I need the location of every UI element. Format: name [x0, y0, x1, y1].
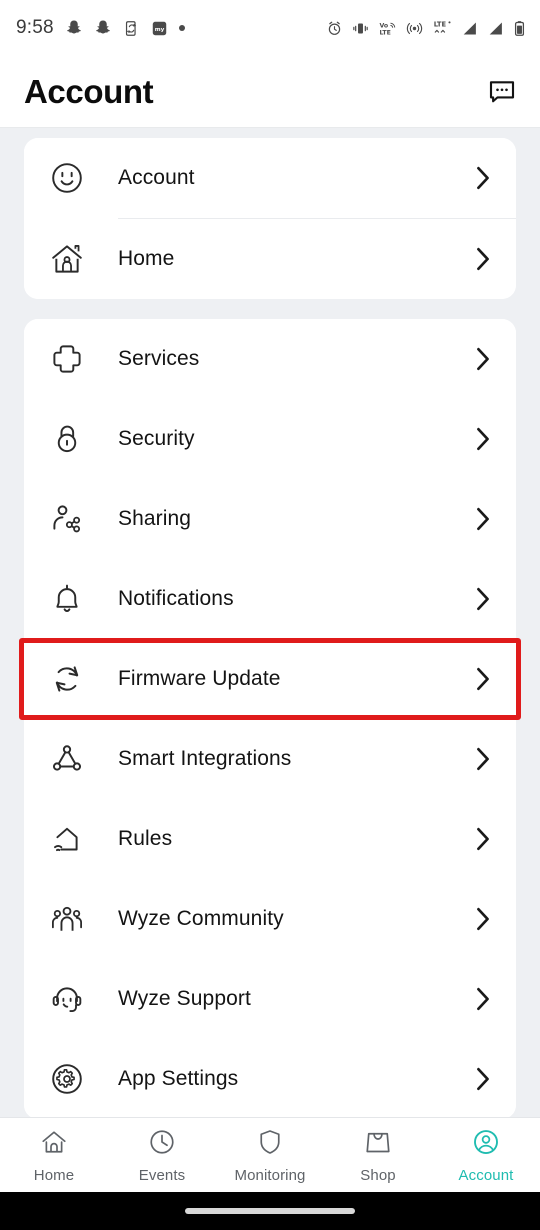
- list-item-label: App Settings: [118, 1067, 239, 1090]
- list-item-firmware-update[interactable]: Firmware Update: [24, 639, 516, 719]
- hotspot-icon: [406, 20, 423, 37]
- gear-circle-icon: [42, 1061, 92, 1097]
- page-header: Account: [0, 56, 540, 128]
- chevron-right-icon: [472, 986, 494, 1012]
- cellular-signal-1-icon: [461, 20, 478, 37]
- list-item-rules[interactable]: Rules: [24, 799, 516, 879]
- list-item-label: Smart Integrations: [118, 747, 292, 770]
- svg-text:Vo: Vo: [379, 22, 388, 29]
- phone-screen: 9:58 my Vo LTE LTE Account Account Home …: [0, 0, 540, 1230]
- list-item-notifications[interactable]: Notifications: [24, 559, 516, 639]
- chevron-right-icon: [472, 506, 494, 532]
- list-item-sharing[interactable]: Sharing: [24, 479, 516, 559]
- nav-item-label: Shop: [360, 1166, 396, 1184]
- svg-text:LTE: LTE: [434, 21, 447, 29]
- list-item-wyze-community[interactable]: Wyze Community: [24, 879, 516, 959]
- status-bar-clock: 9:58: [16, 17, 54, 38]
- settings-card: Services Security Sharing Notifications …: [24, 319, 516, 1117]
- padlock-icon: [42, 421, 92, 457]
- chevron-right-icon: [472, 906, 494, 932]
- snapchat-ghost-icon: [65, 19, 83, 37]
- nav-item-shop[interactable]: Shop: [324, 1118, 432, 1192]
- nav-item-events[interactable]: Events: [108, 1118, 216, 1192]
- chevron-right-icon: [472, 666, 494, 692]
- nav-item-label: Events: [138, 1166, 186, 1184]
- list-item-label: Services: [118, 347, 200, 370]
- chevron-right-icon: [472, 426, 494, 452]
- list-item-wyze-support[interactable]: Wyze Support: [24, 959, 516, 1039]
- snapchat-ghost-icon: [94, 19, 112, 37]
- status-bar-left: 9:58 my: [16, 17, 185, 39]
- phone-sync-icon: [123, 20, 140, 37]
- headset-support-icon: [42, 981, 92, 1017]
- account-card: Account Home: [24, 138, 516, 299]
- chevron-right-icon: [472, 1066, 494, 1092]
- plus-cross-icon: [42, 341, 92, 377]
- chevron-right-icon: [472, 826, 494, 852]
- list-item-label: Account: [118, 166, 195, 189]
- status-bar: 9:58 my Vo LTE LTE: [0, 0, 540, 56]
- app-badge-icon: my: [151, 20, 168, 37]
- bottom-navigation: Home Events Monitoring Shop Account: [0, 1117, 540, 1192]
- lte-signal-icon: LTE: [432, 19, 452, 37]
- status-bar-right: Vo LTE LTE: [326, 19, 526, 37]
- list-item-label: Wyze Support: [118, 987, 251, 1010]
- list-item-label: Wyze Community: [118, 907, 284, 930]
- gesture-pill[interactable]: [185, 1208, 355, 1214]
- notification-dot-icon: [178, 25, 185, 31]
- list-item-label: Rules: [118, 827, 173, 850]
- list-item-smart-integrations[interactable]: Smart Integrations: [24, 719, 516, 799]
- list-item-home[interactable]: Home: [24, 219, 516, 299]
- people-group-icon: [42, 901, 92, 937]
- list-item-label: Firmware Update: [118, 667, 281, 690]
- list-item-app-settings[interactable]: App Settings: [24, 1039, 516, 1117]
- list-item-label: Security: [118, 427, 195, 450]
- house-outline-icon: [39, 1127, 69, 1162]
- volte-icon: Vo LTE: [378, 19, 397, 37]
- nav-item-monitoring[interactable]: Monitoring: [216, 1118, 324, 1192]
- list-item-label: Notifications: [118, 587, 234, 610]
- refresh-sync-icon: [42, 661, 92, 697]
- chevron-right-icon: [472, 246, 494, 272]
- gesture-navigation-bar: [0, 1192, 540, 1230]
- bell-icon: [42, 581, 92, 617]
- nav-item-label: Monitoring: [234, 1166, 306, 1184]
- list-item-security[interactable]: Security: [24, 399, 516, 479]
- svg-text:my: my: [154, 26, 164, 32]
- shopping-bag-icon: [363, 1127, 393, 1162]
- message-bubble-icon[interactable]: [482, 72, 522, 112]
- alarm-clock-icon: [326, 20, 343, 37]
- cellular-signal-2-icon: [487, 20, 504, 37]
- clock-icon: [147, 1127, 177, 1162]
- chevron-right-icon: [472, 586, 494, 612]
- nav-item-label: Account: [458, 1166, 514, 1184]
- battery-icon: [513, 20, 526, 37]
- chevron-right-icon: [472, 746, 494, 772]
- vibrate-icon: [352, 20, 369, 37]
- person-circle-icon: [471, 1127, 501, 1162]
- house-wifi-icon: [42, 821, 92, 857]
- chevron-right-icon: [472, 346, 494, 372]
- svg-text:LTE: LTE: [379, 30, 390, 37]
- list-item-label: Sharing: [118, 507, 192, 530]
- person-share-icon: [42, 501, 92, 537]
- list-item-services[interactable]: Services: [24, 319, 516, 399]
- list-item-label: Home: [118, 247, 175, 270]
- smiley-face-icon: [42, 160, 92, 196]
- settings-scroll-area[interactable]: Account Home Services Security Sharing N…: [0, 128, 540, 1117]
- page-title: Account: [24, 72, 154, 110]
- nav-item-label: Home: [33, 1166, 75, 1184]
- chevron-right-icon: [472, 165, 494, 191]
- nav-item-home[interactable]: Home: [0, 1118, 108, 1192]
- nav-item-account[interactable]: Account: [432, 1118, 540, 1192]
- shield-icon: [255, 1127, 285, 1162]
- list-item-account[interactable]: Account: [24, 138, 516, 218]
- node-graph-icon: [42, 741, 92, 777]
- house-person-icon: [42, 241, 92, 277]
